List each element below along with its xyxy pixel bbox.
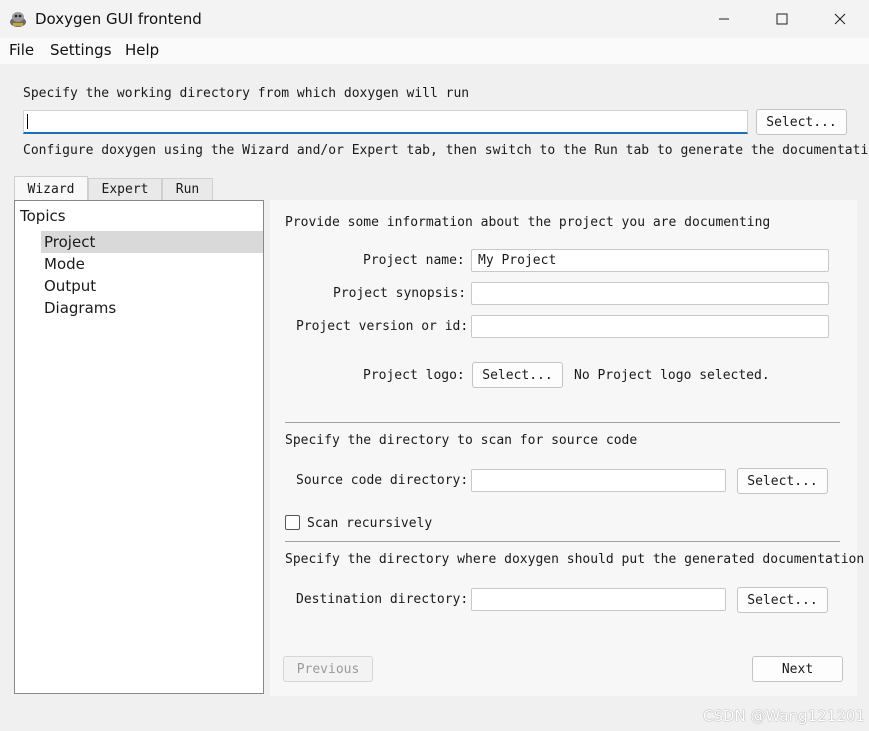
menu-help[interactable]: Help [125, 41, 159, 59]
topic-output[interactable]: Output [41, 275, 263, 297]
watermark: CSDN @Wang121201 [703, 707, 865, 725]
tab-run[interactable]: Run [162, 178, 213, 200]
tab-wizard[interactable]: Wizard [14, 176, 88, 201]
divider [285, 541, 840, 542]
close-button[interactable] [811, 0, 869, 38]
project-logo-label: Project logo: [363, 368, 465, 383]
source-dir-input[interactable] [471, 469, 726, 492]
text-caret [27, 114, 28, 129]
topics-header: Topics [20, 207, 66, 225]
next-button[interactable]: Next [752, 656, 843, 682]
wizard-project-panel [270, 200, 857, 696]
scan-recursively-label: Scan recursively [307, 516, 433, 531]
workdir-select-button[interactable]: Select... [756, 109, 847, 135]
project-logo-select-button[interactable]: Select... [472, 362, 563, 388]
destination-dir-label: Destination directory: [296, 592, 469, 607]
maximize-icon [776, 13, 788, 25]
project-version-input[interactable] [471, 315, 829, 338]
topics-tree: Topics Project Mode Output Diagrams [14, 200, 264, 694]
menu-bar: File Settings Help [0, 38, 869, 64]
workdir-prompt: Specify the working directory from which… [23, 86, 470, 101]
source-dir-label: Source code directory: [296, 473, 469, 488]
project-version-label: Project version or id: [296, 319, 469, 334]
divider [285, 422, 840, 423]
project-intro: Provide some information about the proje… [285, 215, 771, 230]
previous-button[interactable]: Previous [283, 656, 373, 682]
window-title: Doxygen GUI frontend [35, 10, 202, 28]
project-logo-status: No Project logo selected. [574, 368, 770, 383]
project-synopsis-label: Project synopsis: [333, 286, 467, 301]
minimize-icon [719, 18, 729, 20]
destination-dir-select-button[interactable]: Select... [737, 587, 828, 613]
topic-project[interactable]: Project [41, 231, 263, 253]
title-bar: Doxygen GUI frontend [0, 0, 869, 38]
topic-diagrams[interactable]: Diagrams [41, 297, 263, 319]
destination-dir-input[interactable] [471, 588, 726, 611]
menu-settings[interactable]: Settings [50, 41, 112, 59]
workdir-input[interactable] [23, 110, 748, 134]
project-synopsis-input[interactable] [471, 282, 829, 305]
source-intro: Specify the directory to scan for source… [285, 433, 638, 448]
project-name-input[interactable]: My Project [471, 249, 829, 272]
scan-recursively-checkbox[interactable] [285, 515, 300, 530]
close-icon [834, 13, 846, 25]
maximize-button[interactable] [753, 0, 811, 38]
doxygen-app-icon [10, 12, 26, 27]
tab-expert[interactable]: Expert [88, 178, 162, 200]
topic-mode[interactable]: Mode [41, 253, 263, 275]
menu-file[interactable]: File [9, 41, 34, 59]
project-name-label: Project name: [363, 253, 465, 268]
minimize-button[interactable] [695, 0, 753, 38]
destination-intro: Specify the directory where doxygen shou… [285, 552, 865, 567]
workdir-hint: Configure doxygen using the Wizard and/o… [23, 143, 869, 158]
source-dir-select-button[interactable]: Select... [737, 468, 828, 494]
